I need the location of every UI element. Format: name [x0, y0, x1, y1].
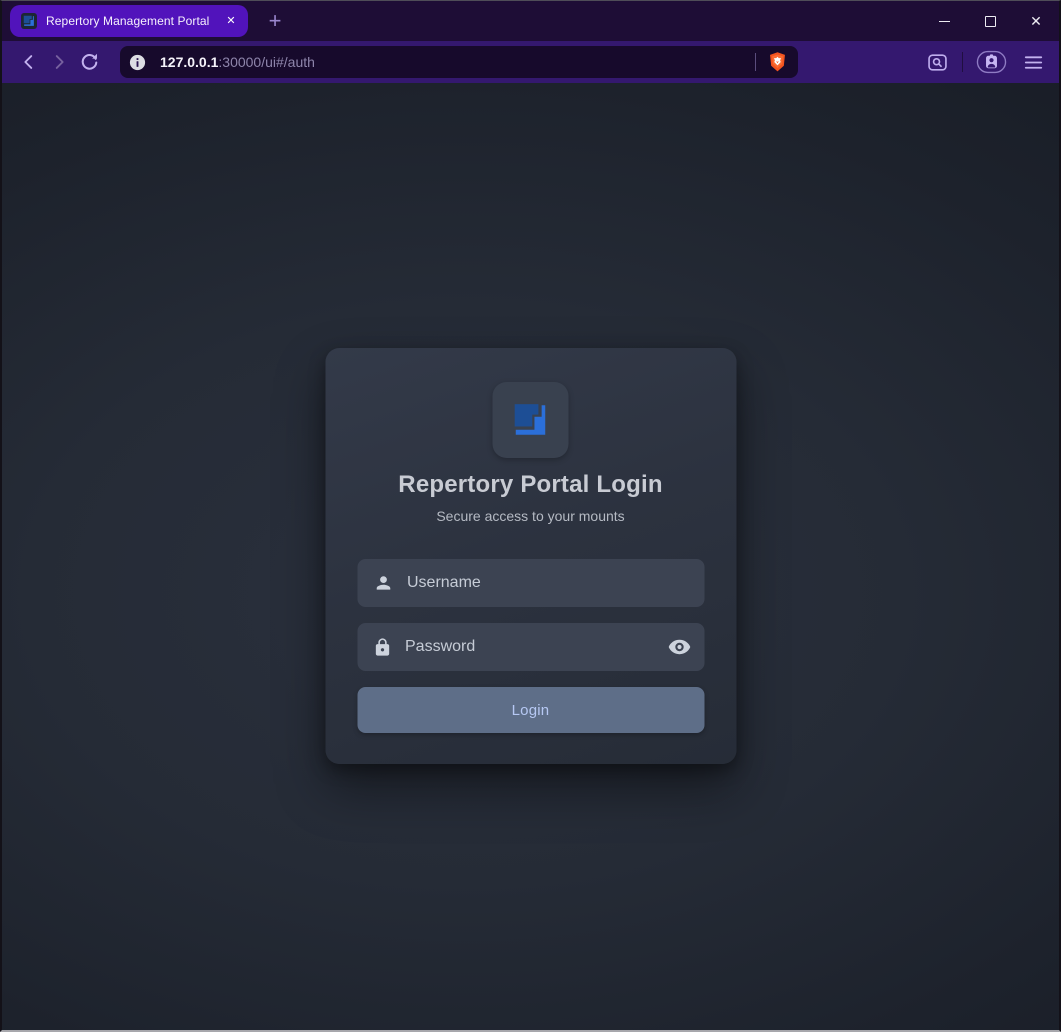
tab-repertory-portal[interactable]: Repertory Management Portal ✕ [10, 5, 248, 37]
username-field[interactable] [357, 559, 704, 607]
window-close-button[interactable]: ✕ [1013, 1, 1059, 41]
tab-bar: Repertory Management Portal ✕ + ✕ [2, 1, 1059, 41]
profile-button[interactable] [974, 48, 1009, 76]
sidebar-search-icon [926, 51, 949, 74]
password-field[interactable] [357, 623, 704, 671]
repertory-logo [493, 382, 569, 458]
login-button[interactable]: Login [357, 687, 704, 733]
minimize-button[interactable] [921, 1, 967, 41]
menu-icon [1022, 51, 1045, 74]
page-background: Repertory Portal Login Secure access to … [2, 83, 1059, 1030]
person-icon [372, 572, 394, 594]
lock-icon [372, 636, 392, 658]
back-button[interactable] [14, 47, 44, 77]
back-icon [18, 51, 40, 73]
eye-icon [667, 635, 691, 659]
repertory-favicon-icon [21, 13, 37, 29]
urlbar-divider [755, 53, 756, 71]
url-host: 127.0.0.1 [160, 54, 218, 70]
page-subtitle: Secure access to your mounts [436, 508, 624, 524]
window-controls: ✕ [921, 1, 1059, 41]
menu-button[interactable] [1020, 49, 1047, 76]
browser-toolbar: 127.0.0.1:30000/ui#/auth [2, 41, 1059, 83]
window-close-icon: ✕ [1030, 14, 1042, 28]
login-card: Repertory Portal Login Secure access to … [325, 348, 736, 764]
maximize-button[interactable] [967, 1, 1013, 41]
tab-title: Repertory Management Portal [46, 14, 213, 28]
repertory-logo-icon [508, 397, 554, 443]
url-path: :30000/ui#/auth [218, 54, 315, 70]
profile-badge-icon [976, 50, 1007, 74]
browser-window: Repertory Management Portal ✕ + ✕ [0, 0, 1061, 1032]
site-info-icon[interactable] [128, 53, 147, 72]
page-title: Repertory Portal Login [398, 471, 662, 499]
brave-shield-icon[interactable] [768, 51, 787, 73]
toggle-password-visibility-button[interactable] [667, 635, 691, 659]
username-input[interactable] [407, 574, 691, 592]
maximize-icon [985, 16, 996, 27]
password-input[interactable] [405, 638, 654, 656]
address-bar[interactable]: 127.0.0.1:30000/ui#/auth [120, 46, 798, 78]
forward-button[interactable] [44, 47, 74, 77]
reload-icon [78, 51, 101, 74]
minimize-icon [939, 21, 950, 22]
tab-close-icon[interactable]: ✕ [222, 12, 240, 30]
reload-button[interactable] [74, 47, 104, 77]
forward-icon [48, 51, 70, 73]
toolbar-right-cluster [924, 48, 1047, 76]
url-text: 127.0.0.1:30000/ui#/auth [160, 54, 315, 70]
toolbar-divider [962, 52, 963, 72]
sidebar-button[interactable] [924, 49, 951, 76]
new-tab-button[interactable]: + [261, 7, 289, 35]
